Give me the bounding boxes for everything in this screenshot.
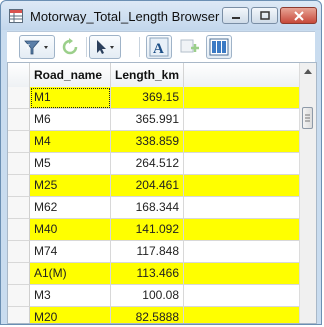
row-header[interactable] (8, 109, 30, 131)
column-header-row: Road_name Length_km (8, 63, 302, 88)
length-km-cell[interactable]: 168.344 (111, 197, 184, 219)
empty-cell (184, 285, 302, 307)
row-header[interactable] (8, 219, 30, 241)
maximize-icon (259, 11, 270, 20)
road-name-cell[interactable]: M1 (30, 87, 111, 109)
length-km-cell[interactable]: 117.848 (111, 241, 184, 263)
length-km-cell[interactable]: 264.512 (111, 153, 184, 175)
road-name-cell[interactable]: M5 (30, 153, 111, 175)
road-name-cell[interactable]: M3 (30, 285, 111, 307)
row-header[interactable] (8, 285, 30, 307)
table-row[interactable]: M74 117.848 (8, 241, 302, 263)
length-km-cell[interactable]: 365.991 (111, 109, 184, 131)
table-row[interactable]: M20 82.5888 (8, 307, 302, 323)
road-name-cell[interactable]: M40 (30, 219, 111, 241)
add-row-icon (180, 39, 199, 53)
row-header[interactable] (8, 87, 30, 109)
table-row[interactable]: A1(M) 113.466 (8, 263, 302, 285)
window-title: Motorway_Total_Length Browser (30, 9, 220, 24)
empty-cell (184, 197, 302, 219)
road-name-cell[interactable]: M25 (30, 175, 111, 197)
scrollbar-thumb[interactable] (302, 107, 313, 129)
length-km-cell[interactable]: 338.859 (111, 131, 184, 153)
filter-button[interactable]: 7 (19, 35, 55, 59)
scroll-up-button[interactable] (300, 63, 316, 79)
empty-cell (184, 219, 302, 241)
browser-window: Motorway_Total_Length Browser 7 A Road_n… (0, 0, 322, 325)
row-header[interactable] (8, 263, 30, 285)
row-header[interactable] (8, 175, 30, 197)
length-km-cell[interactable]: 100.08 (111, 285, 184, 307)
columns-button[interactable] (206, 35, 232, 59)
grip-icon (305, 114, 310, 122)
empty-cell (184, 109, 302, 131)
close-button[interactable] (280, 7, 317, 24)
empty-cell (184, 87, 302, 109)
road-name-cell[interactable]: M74 (30, 241, 111, 263)
row-header[interactable] (8, 241, 30, 263)
road-name-cell[interactable]: M62 (30, 197, 111, 219)
empty-cell (184, 175, 302, 197)
empty-cell (184, 131, 302, 153)
title-bar[interactable]: Motorway_Total_Length Browser (1, 1, 321, 30)
row-header[interactable] (8, 307, 30, 323)
corner-header (8, 63, 30, 87)
length-km-cell[interactable]: 204.461 (111, 175, 184, 197)
filter-icon: 7 (24, 40, 48, 55)
label-text-icon: A (149, 37, 169, 57)
table-row[interactable]: M3 100.08 (8, 285, 302, 307)
length-km-cell[interactable]: 113.466 (111, 263, 184, 285)
table-row[interactable]: M40 141.092 (8, 219, 302, 241)
empty-cell (184, 153, 302, 175)
refresh-icon (62, 38, 78, 55)
column-header-road-name[interactable]: Road_name (30, 63, 111, 87)
length-km-cell[interactable]: 369.15 (111, 87, 184, 109)
minimize-button[interactable] (222, 7, 249, 24)
table-row[interactable]: M25 204.461 (8, 175, 302, 197)
empty-cell (184, 241, 302, 263)
label-button[interactable]: A (146, 35, 172, 59)
table-browser-icon (9, 9, 23, 23)
table-row[interactable]: M62 168.344 (8, 197, 302, 219)
table-row[interactable]: M1 369.15 (8, 87, 302, 109)
empty-header (184, 63, 302, 87)
select-tool-button[interactable] (89, 35, 121, 59)
row-header[interactable] (8, 153, 30, 175)
add-row-button[interactable] (177, 35, 203, 59)
toolbar-separator (86, 37, 87, 57)
empty-cell (184, 263, 302, 285)
table-row[interactable]: M4 338.859 (8, 131, 302, 153)
road-name-cell[interactable]: M4 (30, 131, 111, 153)
toolbar: 7 A (7, 31, 315, 62)
vertical-scrollbar[interactable] (299, 63, 316, 323)
row-header[interactable] (8, 197, 30, 219)
toolbar-separator (139, 37, 140, 57)
maximize-button[interactable] (251, 7, 278, 24)
table-row[interactable]: M6 365.991 (8, 109, 302, 131)
road-name-cell[interactable]: M6 (30, 109, 111, 131)
svg-text:7: 7 (26, 44, 30, 51)
minimize-icon (231, 16, 240, 19)
length-km-cell[interactable]: 82.5888 (111, 307, 184, 323)
columns-icon (209, 38, 229, 56)
empty-cell (184, 307, 302, 323)
length-km-cell[interactable]: 141.092 (111, 219, 184, 241)
data-grid[interactable]: Road_name Length_km M1 369.15 M6 365.991 M4 3… (7, 62, 317, 324)
row-header[interactable] (8, 131, 30, 153)
svg-text:A: A (153, 41, 164, 57)
column-header-length-km[interactable]: Length_km (111, 63, 184, 87)
chevron-up-icon (304, 68, 312, 74)
close-icon (293, 10, 304, 21)
select-pointer-icon (97, 40, 114, 54)
road-name-cell[interactable]: A1(M) (30, 263, 111, 285)
table-row[interactable]: M5 264.512 (8, 153, 302, 175)
road-name-cell[interactable]: M20 (30, 307, 111, 323)
refresh-button[interactable] (58, 35, 82, 59)
